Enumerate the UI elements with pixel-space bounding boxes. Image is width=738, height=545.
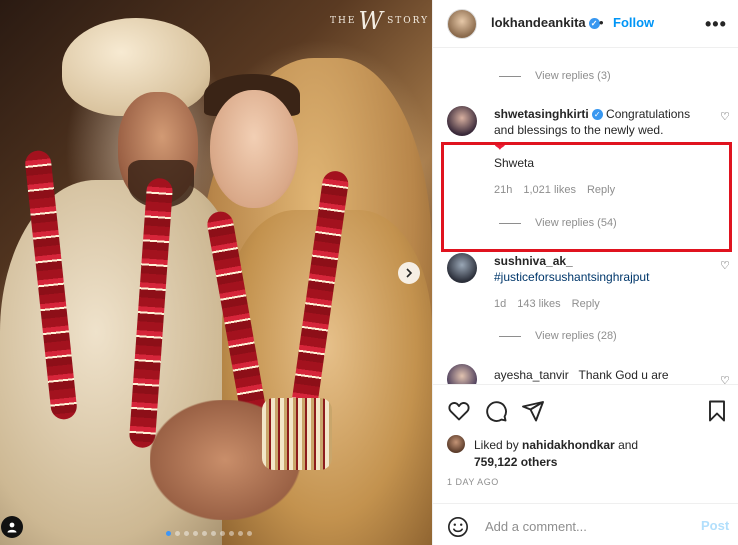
post-timestamp[interactable]: 1 DAY AGO: [447, 477, 499, 487]
carousel-dot: [220, 531, 225, 536]
comment-time[interactable]: 1d: [494, 298, 506, 310]
replies-line: [499, 222, 521, 224]
post-comment-button[interactable]: Post: [701, 518, 729, 533]
commenter-avatar[interactable]: [447, 253, 477, 283]
bookmark-save-icon[interactable]: [705, 399, 729, 423]
comment-item: sushniva_ak_ #justiceforsushantsinghrajp…: [447, 253, 730, 323]
carousel-indicator: [166, 531, 252, 536]
bride-face: [210, 90, 298, 208]
more-options-icon[interactable]: •••: [705, 14, 727, 35]
post-photo[interactable]: THE W STORY: [0, 0, 432, 545]
comment-text: Thank God u are: [578, 368, 669, 382]
like-comment-heart-icon[interactable]: ♡: [720, 374, 730, 384]
post-actions: Liked by nahidakhondkar and 759,122 othe…: [433, 384, 738, 545]
emoji-icon[interactable]: [447, 516, 469, 538]
like-comment-heart-icon[interactable]: ♡: [720, 110, 730, 123]
comment-body: sushniva_ak_ #justiceforsushantsinghrajp…: [494, 253, 709, 285]
others-likes-link[interactable]: 759,122 others: [474, 455, 557, 469]
verified-badge-icon: ✓: [591, 109, 603, 121]
bride-bangles: [262, 398, 332, 470]
carousel-dot: [175, 531, 180, 536]
commenter-avatar[interactable]: [447, 364, 477, 384]
author-username-text[interactable]: lokhandeankita: [491, 15, 586, 30]
view-replies-button[interactable]: View replies (28): [499, 330, 617, 342]
verified-badge-icon: ✓: [588, 18, 600, 30]
author-avatar[interactable]: [447, 9, 477, 39]
carousel-dot: [238, 531, 243, 536]
reply-button[interactable]: Reply: [572, 298, 600, 310]
carousel-next-button[interactable]: [398, 262, 420, 284]
highlight-box: [441, 142, 732, 252]
liker-username[interactable]: nahidakhondkar: [522, 438, 615, 452]
post-header: lokhandeankita ✓ • Follow •••: [433, 0, 738, 48]
comment-meta: 1d 143 likes Reply: [494, 298, 600, 310]
commenter-username[interactable]: sushniva_ak_: [494, 254, 573, 268]
add-comment-bar: Post: [433, 503, 738, 545]
chevron-right-icon: [406, 268, 413, 278]
hashtag-link[interactable]: #justiceforsushantsinghrajput: [494, 270, 649, 284]
watermark-logo: THE W STORY: [330, 7, 430, 35]
view-replies-label[interactable]: View replies (3): [535, 70, 611, 82]
commenter-username[interactable]: shwetasinghkirti: [494, 107, 589, 121]
replies-line: [499, 335, 521, 337]
carousel-dot: [193, 531, 198, 536]
like-heart-icon[interactable]: [447, 399, 471, 423]
comment-body: ayesha_tanvir Thank God u are: [494, 367, 709, 383]
comment-bubble-icon[interactable]: [484, 399, 508, 423]
tagged-users-button[interactable]: [1, 516, 23, 538]
carousel-dot: [229, 531, 234, 536]
person-icon: [7, 522, 17, 533]
carousel-dot: [202, 531, 207, 536]
view-replies-button[interactable]: View replies (54): [499, 217, 617, 229]
carousel-dot: [247, 531, 252, 536]
carousel-dot: [211, 531, 216, 536]
author-username[interactable]: lokhandeankita ✓: [491, 15, 600, 30]
liked-by-text: Liked by nahidakhondkar and 759,122 othe…: [474, 437, 638, 471]
replies-line: [499, 75, 521, 77]
liked-by-prefix: Liked by: [474, 438, 519, 452]
share-send-icon[interactable]: [521, 399, 545, 423]
comment-likes[interactable]: 143 likes: [517, 298, 560, 310]
view-replies-button[interactable]: View replies (3): [499, 70, 611, 82]
post-side-panel: lokhandeankita ✓ • Follow ••• View replie…: [432, 0, 738, 545]
commenter-username[interactable]: ayesha_tanvir: [494, 368, 569, 382]
comment-item: ayesha_tanvir Thank God u are ♡: [447, 364, 730, 384]
liker-avatar[interactable]: [447, 435, 465, 453]
comments-list[interactable]: View replies (3) shwetasinghkirti ✓ Congr…: [433, 48, 738, 384]
comment-input[interactable]: [485, 516, 685, 536]
carousel-dot: [166, 531, 171, 536]
like-comment-heart-icon[interactable]: ♡: [720, 259, 730, 272]
liked-by-and: and: [618, 438, 639, 452]
header-separator: •: [599, 15, 604, 30]
follow-button[interactable]: Follow: [613, 15, 654, 30]
carousel-dot: [184, 531, 189, 536]
view-replies-label[interactable]: View replies (28): [535, 330, 617, 342]
view-replies-label[interactable]: View replies (54): [535, 217, 617, 229]
commenter-avatar[interactable]: [447, 106, 477, 136]
